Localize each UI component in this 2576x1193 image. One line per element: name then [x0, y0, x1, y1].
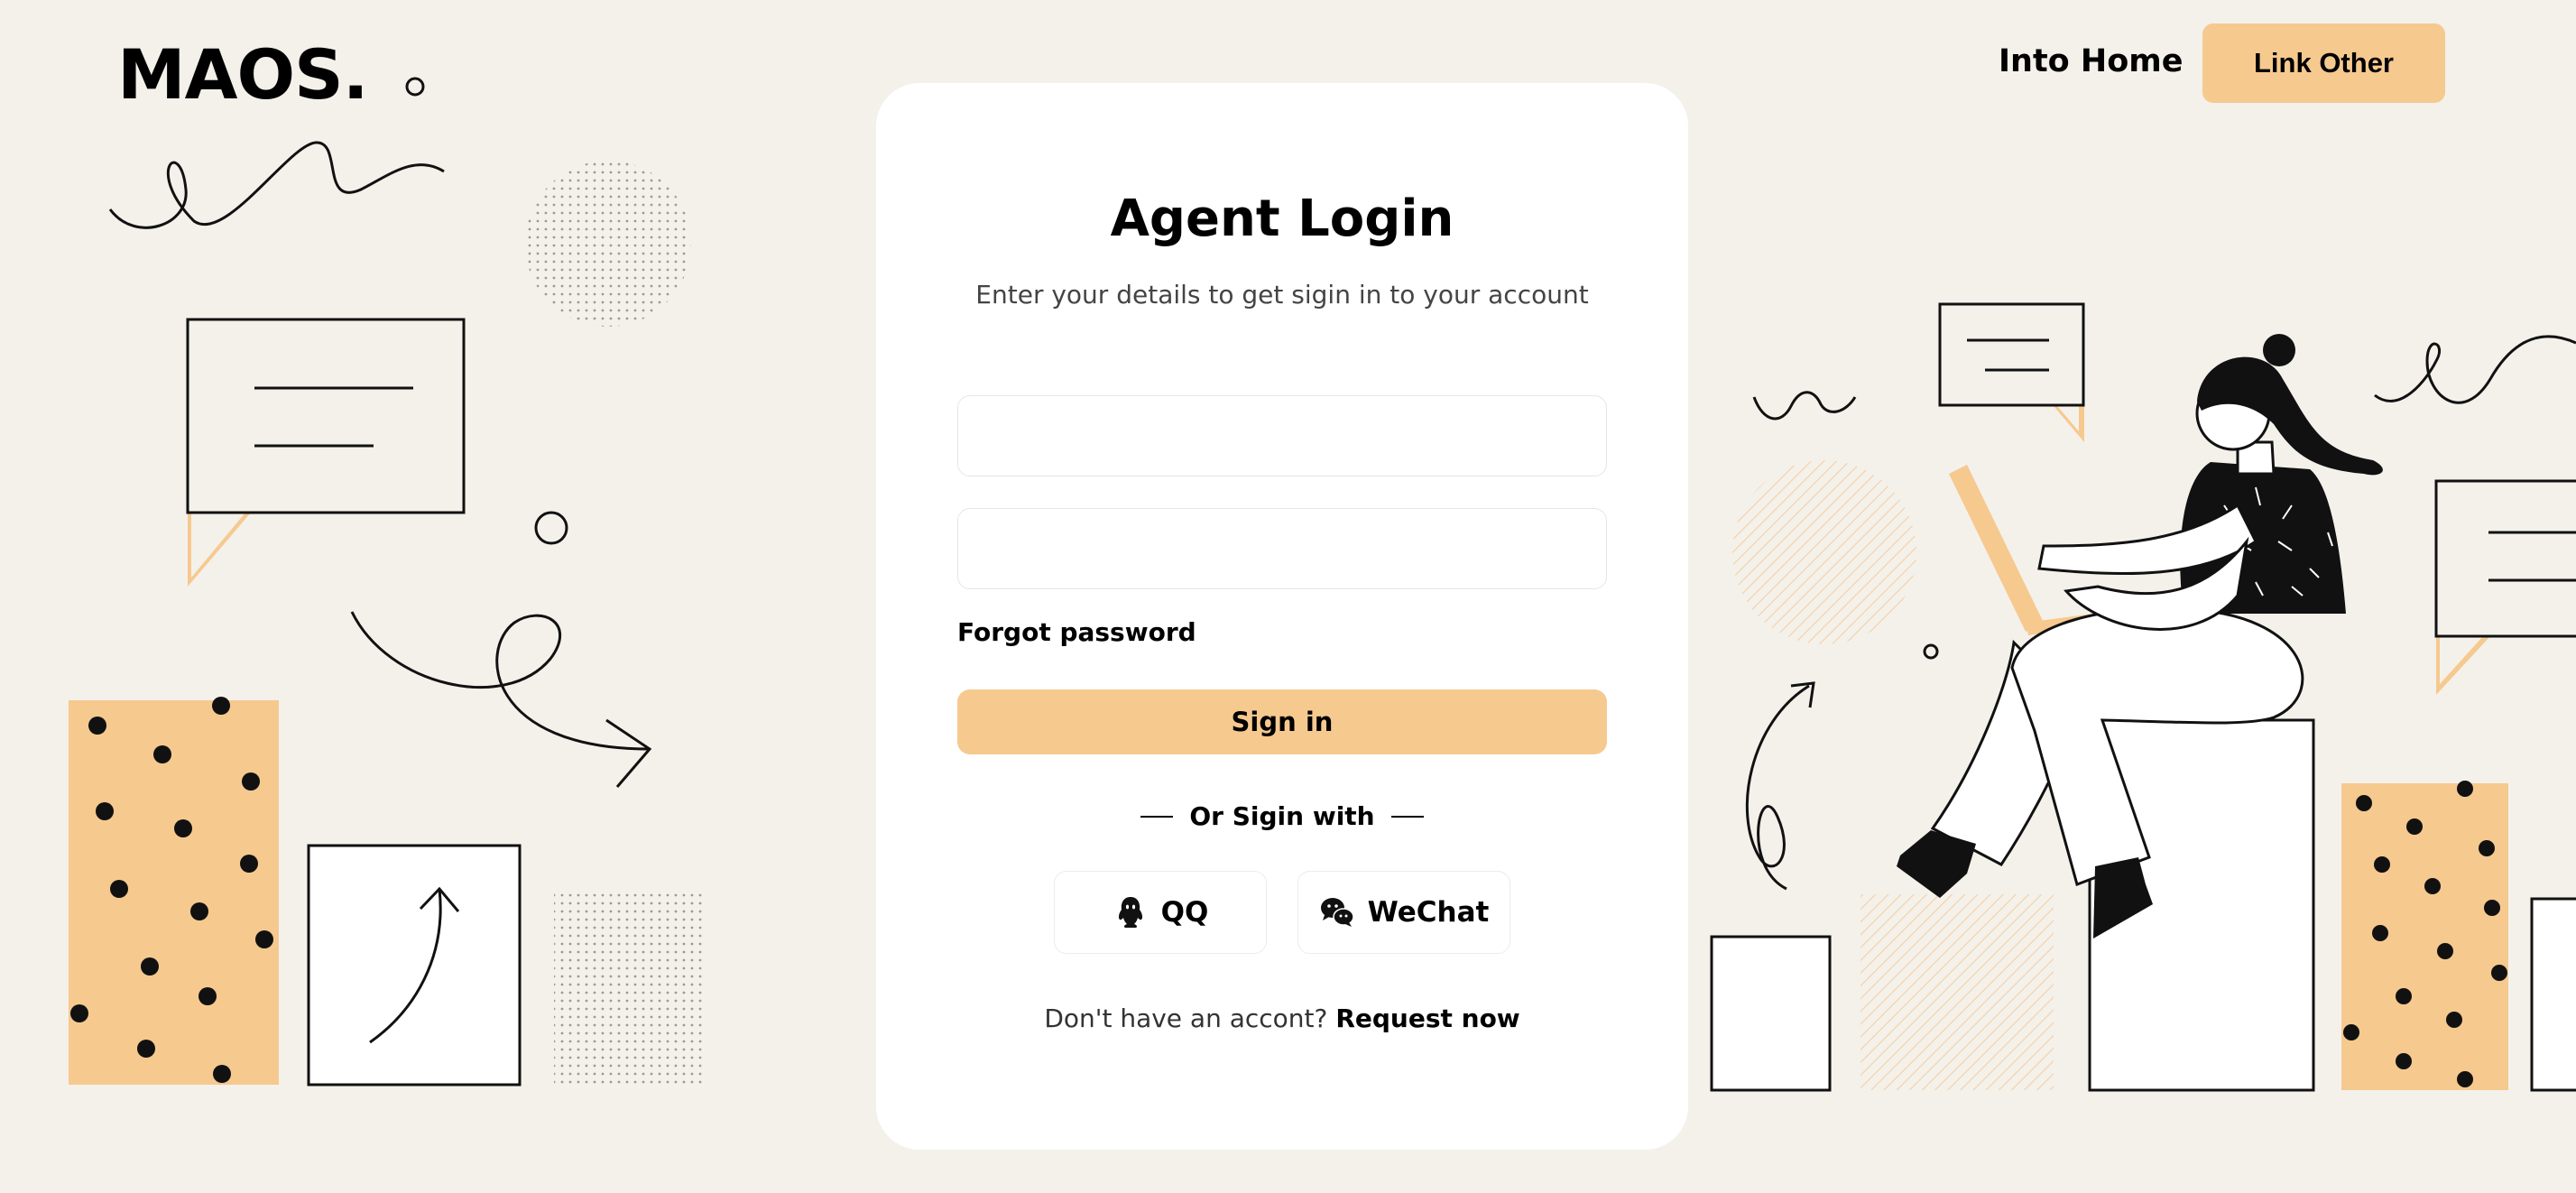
loop-arrow — [350, 611, 651, 751]
qq-label: QQ — [1160, 896, 1209, 929]
divider-line — [1140, 815, 1174, 818]
squiggle-line — [108, 141, 445, 229]
curly-arrow — [1745, 684, 1810, 891]
divider-label: Or Sigin with — [1189, 801, 1375, 831]
wechat-icon — [1320, 898, 1354, 927]
arrow-frame — [307, 844, 522, 1087]
forgot-password-link[interactable]: Forgot password — [957, 617, 1196, 647]
into-home-link[interactable]: Into Home — [1999, 43, 2183, 79]
dotted-square — [554, 892, 706, 1085]
speech-bubble — [186, 318, 466, 514]
request-now-link[interactable]: Request now — [1335, 1003, 1519, 1033]
social-divider: Or Sigin with — [876, 801, 1688, 831]
username-input[interactable] — [957, 395, 1607, 476]
speech-bubble — [2434, 479, 2576, 638]
dotted-circle — [525, 161, 691, 327]
request-account-row: Don't have an accont? Request now — [876, 1003, 1688, 1033]
login-subtitle: Enter your details to get sigin in to yo… — [975, 280, 1589, 310]
sign-in-button[interactable]: Sign in — [957, 689, 1607, 754]
squiggle-line — [2374, 335, 2576, 404]
no-account-text: Don't have an accont? — [1044, 1003, 1328, 1033]
link-other-button[interactable]: Link Other — [2202, 23, 2445, 103]
login-title: Agent Login — [1110, 190, 1454, 248]
polka-block — [2341, 783, 2508, 1090]
small-ring — [534, 511, 568, 545]
qq-login-button[interactable]: QQ — [1054, 871, 1267, 954]
hatched-circle — [1732, 460, 1916, 644]
wechat-login-button[interactable]: WeChat — [1297, 871, 1510, 954]
qq-icon — [1118, 897, 1142, 928]
divider-line — [1390, 815, 1424, 818]
small-ring — [405, 77, 425, 97]
polka-block — [69, 700, 279, 1085]
speech-bubble — [1938, 302, 2085, 407]
password-input[interactable] — [957, 508, 1607, 589]
wechat-label: WeChat — [1367, 896, 1490, 929]
login-card: Agent Login Enter your details to get si… — [876, 83, 1688, 1150]
hatched-square — [1860, 894, 2054, 1090]
brand-logo: MAOS. — [117, 34, 369, 115]
squiggle-small — [1752, 391, 1857, 421]
